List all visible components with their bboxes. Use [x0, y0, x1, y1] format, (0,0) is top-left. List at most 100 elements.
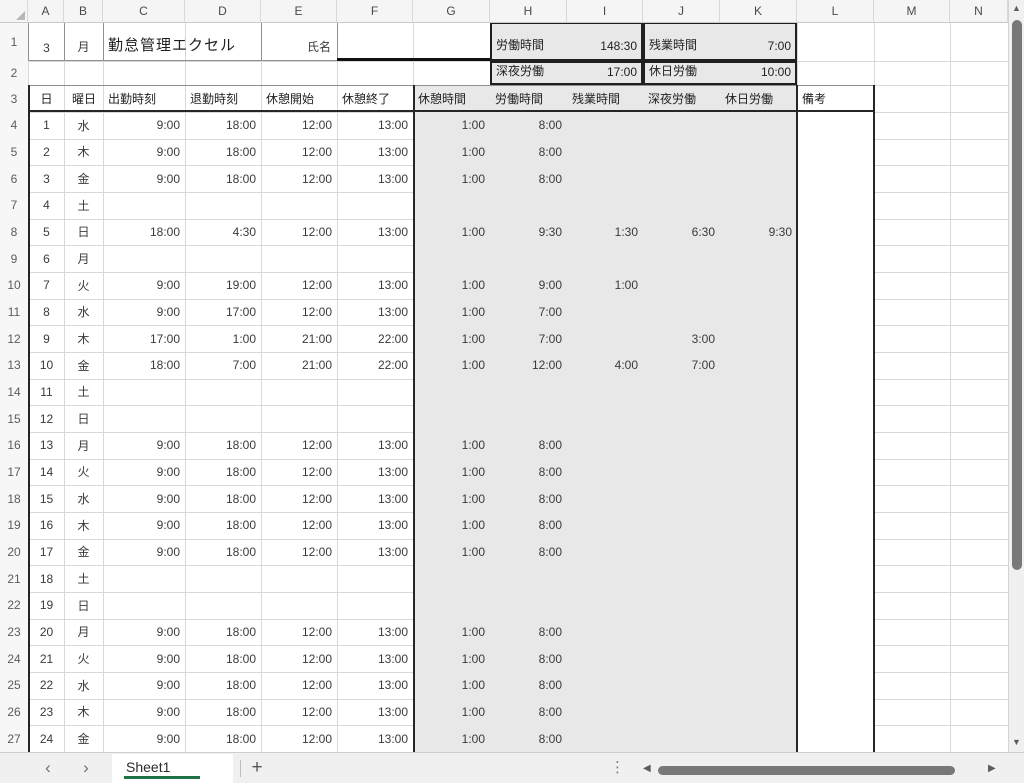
cell-F22[interactable]	[338, 592, 413, 619]
row-header-17[interactable]: 17	[0, 459, 28, 486]
cell-B15[interactable]: 日	[65, 405, 102, 432]
cell-I12[interactable]	[568, 325, 643, 352]
col-header-D[interactable]: D	[185, 0, 261, 22]
cell-J7[interactable]	[644, 192, 720, 219]
cell-E13[interactable]: 21:00	[262, 352, 337, 379]
cell-D16[interactable]: 18:00	[186, 432, 261, 459]
cell-L26[interactable]	[798, 699, 874, 726]
cell-E8[interactable]: 12:00	[262, 219, 337, 246]
cell-A22[interactable]: 19	[29, 592, 64, 619]
cell-C27[interactable]: 9:00	[104, 725, 185, 752]
cell-H26[interactable]: 8:00	[491, 699, 567, 726]
cell-G24[interactable]: 1:00	[414, 645, 490, 672]
cell-L11[interactable]	[798, 299, 874, 326]
cell-H7[interactable]	[491, 192, 567, 219]
cell-F4[interactable]: 13:00	[338, 112, 413, 139]
row-header-20[interactable]: 20	[0, 539, 28, 566]
cell-J15[interactable]	[644, 405, 720, 432]
cell-F26[interactable]: 13:00	[338, 699, 413, 726]
cell-B6[interactable]: 金	[65, 165, 102, 192]
header-cell-E3[interactable]: 休憩開始	[262, 85, 337, 112]
sheet-nav-next-button[interactable]: ›	[76, 756, 96, 780]
cell-K9[interactable]	[721, 245, 797, 272]
cell-I9[interactable]	[568, 245, 643, 272]
cell-D20[interactable]: 18:00	[186, 539, 261, 566]
cell-B18[interactable]: 水	[65, 485, 102, 512]
cell-C12[interactable]: 17:00	[104, 325, 185, 352]
cell-E6[interactable]: 12:00	[262, 165, 337, 192]
cell-D23[interactable]: 18:00	[186, 619, 261, 646]
col-header-B[interactable]: B	[64, 0, 103, 22]
cell-L24[interactable]	[798, 645, 874, 672]
row-header-8[interactable]: 8	[0, 219, 28, 246]
cell-E14[interactable]	[262, 379, 337, 406]
cell-I15[interactable]	[568, 405, 643, 432]
cell-J23[interactable]	[644, 619, 720, 646]
cell-E5[interactable]: 12:00	[262, 139, 337, 166]
cell-L17[interactable]	[798, 459, 874, 486]
cell-H16[interactable]: 8:00	[491, 432, 567, 459]
cell-E15[interactable]	[262, 405, 337, 432]
cell-C15[interactable]	[104, 405, 185, 432]
cell-B25[interactable]: 水	[65, 672, 102, 699]
cell-C4[interactable]: 9:00	[104, 112, 185, 139]
cell-K26[interactable]	[721, 699, 797, 726]
row-header-6[interactable]: 6	[0, 165, 28, 192]
cell-E12[interactable]: 21:00	[262, 325, 337, 352]
cell-L8[interactable]	[798, 219, 874, 246]
header-cell-F3[interactable]: 休憩終了	[338, 85, 413, 112]
cell-I5[interactable]	[568, 139, 643, 166]
row-header-13[interactable]: 13	[0, 352, 28, 379]
cell-B4[interactable]: 水	[65, 112, 102, 139]
cell-F24[interactable]: 13:00	[338, 645, 413, 672]
cell-H15[interactable]	[491, 405, 567, 432]
cell-B9[interactable]: 月	[65, 245, 102, 272]
cell-B8[interactable]: 日	[65, 219, 102, 246]
cell-G9[interactable]	[414, 245, 490, 272]
v-scroll-down-button[interactable]: ▼	[1012, 737, 1021, 747]
grip-dots-icon[interactable]: ⋮	[610, 758, 625, 776]
cell-H27[interactable]: 8:00	[491, 725, 567, 752]
cell-D19[interactable]: 18:00	[186, 512, 261, 539]
cell-K16[interactable]	[721, 432, 797, 459]
cell-J17[interactable]	[644, 459, 720, 486]
cell-G7[interactable]	[414, 192, 490, 219]
cell-E11[interactable]: 12:00	[262, 299, 337, 326]
cell-F17[interactable]: 13:00	[338, 459, 413, 486]
cell-H6[interactable]: 8:00	[491, 165, 567, 192]
cell-E18[interactable]: 12:00	[262, 485, 337, 512]
cell-A24[interactable]: 21	[29, 645, 64, 672]
cell-J14[interactable]	[644, 379, 720, 406]
cell-I17[interactable]	[568, 459, 643, 486]
row-header-10[interactable]: 10	[0, 272, 28, 299]
col-header-G[interactable]: G	[413, 0, 490, 22]
cell-F9[interactable]	[338, 245, 413, 272]
cell-G26[interactable]: 1:00	[414, 699, 490, 726]
h-scroll-thumb[interactable]	[658, 766, 955, 775]
cell-D27[interactable]: 18:00	[186, 725, 261, 752]
cell-C26[interactable]: 9:00	[104, 699, 185, 726]
cell-A12[interactable]: 9	[29, 325, 64, 352]
h-scroll-left-button[interactable]: ◀	[643, 763, 651, 774]
cell-K11[interactable]	[721, 299, 797, 326]
cell-D24[interactable]: 18:00	[186, 645, 261, 672]
cell-J22[interactable]	[644, 592, 720, 619]
cell-A10[interactable]: 7	[29, 272, 64, 299]
cell-I21[interactable]	[568, 565, 643, 592]
cell-A20[interactable]: 17	[29, 539, 64, 566]
cell-E9[interactable]	[262, 245, 337, 272]
cell-K19[interactable]	[721, 512, 797, 539]
cell-G4[interactable]: 1:00	[414, 112, 490, 139]
cell-D6[interactable]: 18:00	[186, 165, 261, 192]
cell-D11[interactable]: 17:00	[186, 299, 261, 326]
cell-A15[interactable]: 12	[29, 405, 64, 432]
cell-K12[interactable]	[721, 325, 797, 352]
cell-K13[interactable]	[721, 352, 797, 379]
cell-J8[interactable]: 6:30	[644, 219, 720, 246]
cell-L5[interactable]	[798, 139, 874, 166]
cell-J4[interactable]	[644, 112, 720, 139]
cell-F14[interactable]	[338, 379, 413, 406]
cell-J26[interactable]	[644, 699, 720, 726]
cell-J11[interactable]	[644, 299, 720, 326]
cell-G23[interactable]: 1:00	[414, 619, 490, 646]
